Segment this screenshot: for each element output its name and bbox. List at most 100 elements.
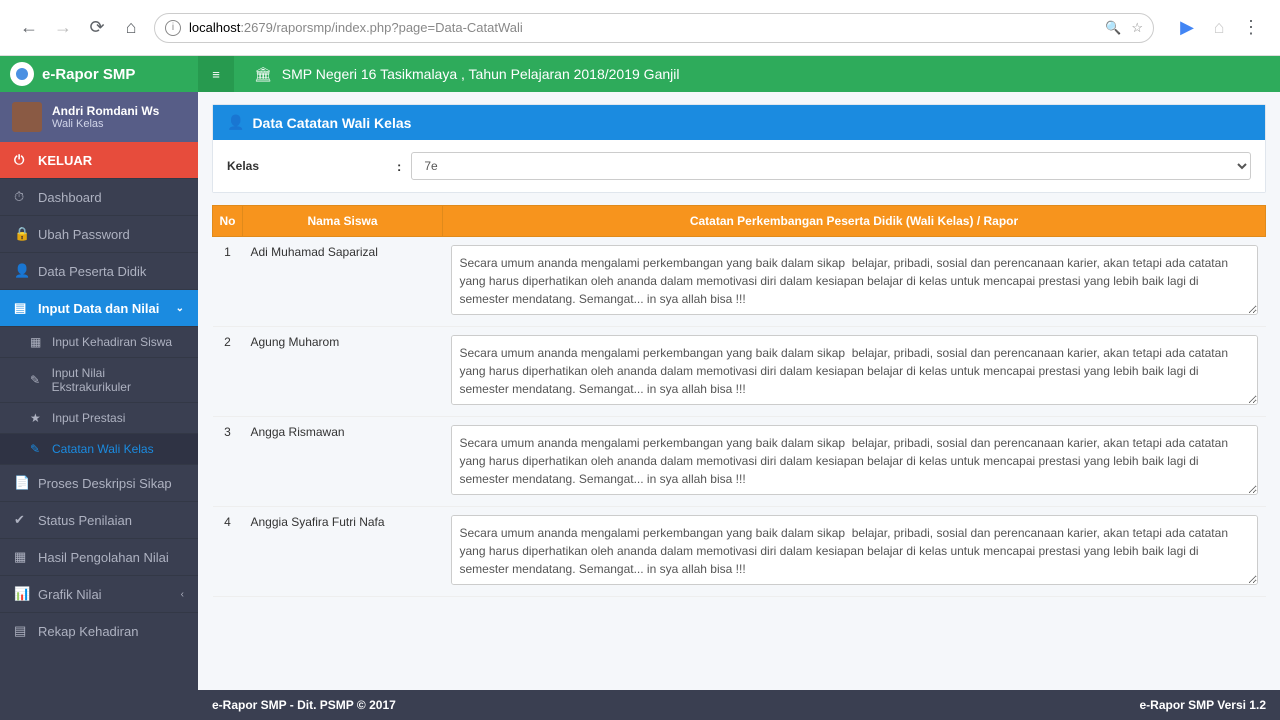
- sidebar-item-grafik-nilai[interactable]: 📊 Grafik Nilai ‹: [0, 575, 198, 612]
- user-profile-box[interactable]: Andri Romdani Ws Wali Kelas: [0, 92, 198, 142]
- sidebar-item-label: Status Penilaian: [38, 513, 132, 528]
- panel-title: Data Catatan Wali Kelas: [252, 115, 411, 131]
- leaf-icon: ✎: [30, 373, 44, 387]
- cell-catatan: Secara umum ananda mengalami perkembanga…: [443, 507, 1266, 597]
- app-top-bar: e-Rapor SMP ≡ 🏛 SMP Negeri 16 Tasikmalay…: [0, 56, 1280, 92]
- power-icon: ⏻: [14, 152, 28, 168]
- logout-button[interactable]: ⏻ KELUAR: [0, 142, 198, 178]
- main-content: 👤 Data Catatan Wali Kelas Kelas : 7e: [198, 92, 1280, 720]
- school-header: 🏛 SMP Negeri 16 Tasikmalaya , Tahun Pela…: [234, 66, 679, 83]
- table-row: 1Adi Muhamad SaparizalSecara umum ananda…: [213, 237, 1266, 327]
- browser-back-button[interactable]: ←: [18, 17, 40, 39]
- browser-toolbar: ← → ⟳ ⌂ i localhost:2679/raporsmp/index.…: [0, 0, 1280, 56]
- lock-icon: 🔒: [14, 226, 28, 242]
- browser-reload-button[interactable]: ⟳: [86, 17, 108, 39]
- panel-header: 👤 Data Catatan Wali Kelas: [213, 105, 1265, 140]
- sidebar-sub-prestasi[interactable]: ★ Input Prestasi: [0, 402, 198, 433]
- check-icon: ✔: [14, 512, 28, 528]
- sidebar-item-hasil-pengolahan[interactable]: ▦ Hasil Pengolahan Nilai: [0, 538, 198, 575]
- brand-logo-icon: [10, 62, 34, 86]
- chevron-left-icon: ‹: [181, 589, 184, 600]
- table-row: 3Angga RismawanSecara umum ananda mengal…: [213, 417, 1266, 507]
- cell-catatan: Secara umum ananda mengalami perkembanga…: [443, 237, 1266, 327]
- sidebar-item-proses-deskripsi[interactable]: 📄 Proses Deskripsi Sikap: [0, 464, 198, 501]
- cell-no: 2: [213, 327, 243, 417]
- catatan-textarea[interactable]: Secara umum ananda mengalami perkembanga…: [451, 245, 1258, 315]
- sidebar-item-label: Ubah Password: [38, 227, 130, 242]
- cell-no: 3: [213, 417, 243, 507]
- user-icon: 👤: [227, 114, 244, 131]
- url-path: /raporsmp/index.php?page=Data-CatatWali: [273, 20, 523, 35]
- bookmark-star-icon[interactable]: ☆: [1131, 20, 1143, 36]
- sidebar-item-label: Dashboard: [38, 190, 102, 205]
- edit-icon: ✎: [30, 442, 44, 456]
- list-icon: ▤: [14, 300, 28, 316]
- extension-home-icon[interactable]: ⌂: [1208, 17, 1230, 39]
- cell-no: 1: [213, 237, 243, 327]
- site-info-icon[interactable]: i: [165, 20, 181, 36]
- sidebar-item-label: Rekap Kehadiran: [38, 624, 138, 639]
- th-nama-siswa: Nama Siswa: [243, 206, 443, 237]
- institution-icon: 🏛: [254, 66, 272, 83]
- panel-catatan-wali: 👤 Data Catatan Wali Kelas Kelas : 7e: [212, 104, 1266, 193]
- table-icon: ▤: [14, 623, 28, 639]
- user-icon: 👤: [14, 263, 28, 279]
- sidebar-item-label: Input Data dan Nilai: [38, 301, 159, 316]
- dashboard-icon: ⏱: [14, 189, 28, 205]
- cell-nama-siswa: Adi Muhamad Saparizal: [243, 237, 443, 327]
- sidebar-item-rekap-kehadiran[interactable]: ▤ Rekap Kehadiran: [0, 612, 198, 649]
- sidebar: Andri Romdani Ws Wali Kelas ⏻ KELUAR ⏱ D…: [0, 92, 198, 720]
- calendar-icon: ▦: [30, 335, 44, 349]
- address-bar[interactable]: i localhost:2679/raporsmp/index.php?page…: [154, 13, 1154, 43]
- catatan-textarea[interactable]: Secara umum ananda mengalami perkembanga…: [451, 515, 1258, 585]
- cell-nama-siswa: Anggia Syafira Futri Nafa: [243, 507, 443, 597]
- th-no: No: [213, 206, 243, 237]
- url-host: localhost: [189, 20, 240, 35]
- cell-nama-siswa: Agung Muharom: [243, 327, 443, 417]
- sidebar-sub-label: Input Kehadiran Siswa: [52, 335, 172, 349]
- cell-nama-siswa: Angga Rismawan: [243, 417, 443, 507]
- catatan-textarea[interactable]: Secara umum ananda mengalami perkembanga…: [451, 335, 1258, 405]
- cell-catatan: Secara umum ananda mengalami perkembanga…: [443, 417, 1266, 507]
- footer-left: e-Rapor SMP - Dit. PSMP © 2017: [212, 698, 396, 712]
- filter-colon: :: [397, 159, 401, 174]
- browser-menu-button[interactable]: ⋮: [1240, 17, 1262, 39]
- table-row: 4Anggia Syafira Futri NafaSecara umum an…: [213, 507, 1266, 597]
- sidebar-sub-label: Input Nilai Ekstrakurikuler: [52, 366, 184, 394]
- sidebar-item-ubah-password[interactable]: 🔒 Ubah Password: [0, 215, 198, 252]
- url-port: :2679: [240, 20, 273, 35]
- user-name: Andri Romdani Ws: [52, 104, 159, 118]
- sidebar-item-label: Hasil Pengolahan Nilai: [38, 550, 169, 565]
- filter-label-kelas: Kelas: [227, 159, 387, 173]
- trophy-icon: ★: [30, 411, 44, 425]
- document-icon: 📄: [14, 475, 28, 491]
- logout-label: KELUAR: [38, 153, 92, 168]
- avatar: [12, 102, 42, 132]
- search-icon[interactable]: 🔍: [1105, 20, 1121, 36]
- footer-right: e-Rapor SMP Versi 1.2: [1139, 698, 1266, 712]
- sidebar-item-input-data[interactable]: ▤ Input Data dan Nilai ⌄: [0, 289, 198, 326]
- browser-forward-button[interactable]: →: [52, 17, 74, 39]
- user-role: Wali Kelas: [52, 118, 159, 130]
- kelas-select[interactable]: 7e: [411, 152, 1251, 180]
- cell-no: 4: [213, 507, 243, 597]
- sidebar-item-status-penilaian[interactable]: ✔ Status Penilaian: [0, 501, 198, 538]
- sidebar-toggle-button[interactable]: ≡: [198, 56, 234, 92]
- extension-play-icon[interactable]: ▶: [1176, 17, 1198, 39]
- school-header-text: SMP Negeri 16 Tasikmalaya , Tahun Pelaja…: [282, 66, 680, 82]
- sidebar-item-dashboard[interactable]: ⏱ Dashboard: [0, 178, 198, 215]
- catatan-textarea[interactable]: Secara umum ananda mengalami perkembanga…: [451, 425, 1258, 495]
- chevron-down-icon: ⌄: [176, 303, 184, 314]
- table-row: 2Agung MuharomSecara umum ananda mengala…: [213, 327, 1266, 417]
- brand-area: e-Rapor SMP: [0, 56, 198, 92]
- sidebar-sub-ekstrakurikuler[interactable]: ✎ Input Nilai Ekstrakurikuler: [0, 357, 198, 402]
- th-catatan: Catatan Perkembangan Peserta Didik (Wali…: [443, 206, 1266, 237]
- app-footer: e-Rapor SMP - Dit. PSMP © 2017 e-Rapor S…: [198, 690, 1280, 720]
- sidebar-item-data-peserta[interactable]: 👤 Data Peserta Didik: [0, 252, 198, 289]
- brand-title: e-Rapor SMP: [42, 66, 135, 83]
- students-table: No Nama Siswa Catatan Perkembangan Peser…: [212, 205, 1266, 597]
- grid-icon: ▦: [14, 549, 28, 565]
- sidebar-sub-catatan-wali[interactable]: ✎ Catatan Wali Kelas: [0, 433, 198, 464]
- browser-home-button[interactable]: ⌂: [120, 17, 142, 39]
- sidebar-sub-kehadiran[interactable]: ▦ Input Kehadiran Siswa: [0, 326, 198, 357]
